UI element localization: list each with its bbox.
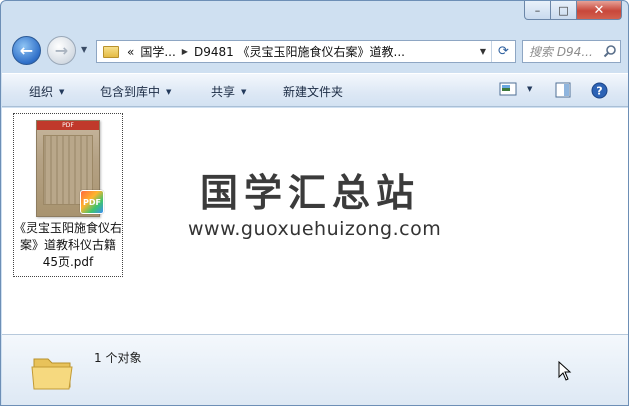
close-button[interactable]: ✕	[577, 1, 622, 20]
help-icon: ?	[591, 82, 608, 99]
command-bar: 组织 ▼ 包含到库中 ▼ 共享 ▼ 新建文件夹 ▼ ?	[2, 73, 628, 107]
watermark-title: 国学汇总站	[200, 171, 421, 215]
help-button[interactable]: ?	[591, 82, 608, 99]
preview-pane-icon	[555, 82, 571, 98]
file-name[interactable]: 《灵宝玉阳施食仪右案》道教科仪古籍 45页.pdf	[14, 220, 122, 271]
share-menu[interactable]: 共享 ▼	[211, 83, 246, 100]
chevron-down-icon: ▼	[527, 85, 533, 93]
new-folder-label: 新建文件夹	[283, 85, 344, 99]
breadcrumb-segment[interactable]: 国学...	[140, 43, 175, 60]
organize-menu[interactable]: 组织 ▼	[29, 83, 64, 100]
pdf-file-icon: PDF	[80, 190, 104, 214]
minimize-button[interactable]: –	[524, 1, 551, 20]
maximize-button[interactable]: □	[551, 1, 577, 20]
watermark-url: www.guoxuehuizong.com	[188, 218, 442, 240]
navigation-bar: ← → ▼ « 国学... ▶ D9481 《灵宝玉阳施食仪右案》道教... ▼…	[1, 31, 628, 67]
chevron-down-icon: ▼	[166, 87, 172, 96]
file-list-pane[interactable]: PDF PDF 《灵宝玉阳施食仪右案》道教科仪古籍 45页.pdf 国学汇总站 …	[2, 108, 628, 334]
share-label: 共享	[211, 85, 236, 99]
back-arrow-icon: ←	[19, 41, 34, 60]
forward-arrow-icon: →	[54, 41, 69, 60]
search-placeholder: 搜索 D94...	[529, 45, 593, 59]
view-icon	[499, 82, 517, 96]
include-in-library-label: 包含到库中	[100, 85, 161, 99]
svg-text:?: ?	[596, 85, 602, 98]
thumbnail-header: PDF	[37, 121, 99, 130]
item-count: 1 个对象	[94, 351, 142, 365]
new-folder-button[interactable]: 新建文件夹	[283, 83, 343, 100]
refresh-icon[interactable]: ⟳	[491, 41, 515, 62]
chevron-down-icon: ▼	[59, 87, 65, 96]
organize-label: 组织	[29, 85, 54, 99]
folder-icon	[31, 358, 73, 390]
search-box[interactable]: 搜索 D94...	[522, 40, 621, 63]
recent-pages-dropdown-icon[interactable]: ▼	[81, 45, 87, 54]
file-item[interactable]: PDF PDF 《灵宝玉阳施食仪右案》道教科仪古籍 45页.pdf	[13, 113, 123, 277]
breadcrumb: « 国学... ▶ D9481 《灵宝玉阳施食仪右案》道教...	[127, 43, 405, 60]
chevron-down-icon: ▼	[241, 87, 247, 96]
explorer-window: – □ ✕ ← → ▼ « 国学... ▶ D9481 《灵宝玉阳施食仪右案》道…	[0, 0, 629, 406]
breadcrumb-overflow[interactable]: «	[127, 45, 134, 59]
search-icon[interactable]	[603, 44, 617, 58]
address-dropdown-icon[interactable]: ▼	[475, 41, 491, 62]
breadcrumb-segment-current[interactable]: D9481 《灵宝玉阳施食仪右案》道教...	[194, 43, 405, 60]
caption-buttons: – □ ✕	[524, 1, 622, 21]
back-button[interactable]: ←	[12, 36, 41, 65]
forward-button[interactable]: →	[47, 36, 76, 65]
preview-pane-button[interactable]	[555, 82, 571, 98]
mouse-cursor-icon	[558, 361, 572, 381]
folder-icon	[103, 45, 119, 58]
breadcrumb-separator-icon[interactable]: ▶	[182, 47, 188, 56]
address-bar[interactable]: « 国学... ▶ D9481 《灵宝玉阳施食仪右案》道教... ▼ ⟳	[96, 40, 516, 63]
view-options-button[interactable]: ▼	[499, 82, 532, 96]
include-in-library-menu[interactable]: 包含到库中 ▼	[100, 83, 171, 100]
details-pane: 1 个对象	[2, 334, 628, 405]
